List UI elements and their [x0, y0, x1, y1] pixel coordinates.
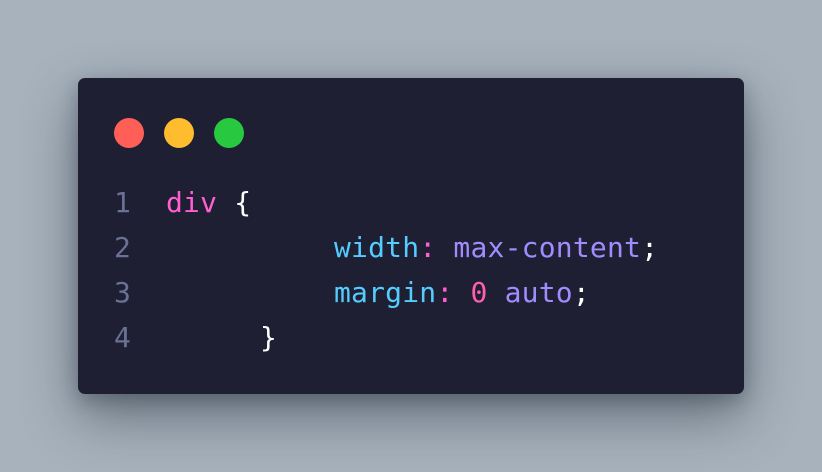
semicolon: ; — [641, 231, 659, 264]
css-value: max-content — [453, 231, 642, 264]
maximize-button[interactable] — [214, 118, 244, 148]
code-window: 1 div { 2 width: max-content; 3 margin: … — [78, 78, 744, 394]
css-property: width — [334, 231, 420, 264]
css-selector: div — [166, 186, 218, 219]
css-value: auto — [504, 276, 573, 309]
line-number: 1 — [114, 186, 132, 219]
code-line-3: 3 margin: 0 auto; — [78, 270, 744, 315]
minimize-button[interactable] — [164, 118, 194, 148]
semicolon: ; — [572, 276, 590, 309]
line-number: 4 — [114, 321, 132, 354]
line-number: 2 — [114, 231, 132, 264]
close-brace: } — [260, 321, 278, 354]
code-block: 1 div { 2 width: max-content; 3 margin: … — [78, 180, 744, 360]
colon: : — [419, 231, 437, 264]
code-line-1: 1 div { — [78, 180, 744, 225]
code-line-4: 4 } — [78, 315, 744, 360]
close-button[interactable] — [114, 118, 144, 148]
css-property: margin — [334, 276, 437, 309]
css-number-value: 0 — [470, 276, 488, 309]
code-line-2: 2 width: max-content; — [78, 225, 744, 270]
colon: : — [436, 276, 454, 309]
open-brace: { — [234, 186, 252, 219]
line-number: 3 — [114, 276, 132, 309]
